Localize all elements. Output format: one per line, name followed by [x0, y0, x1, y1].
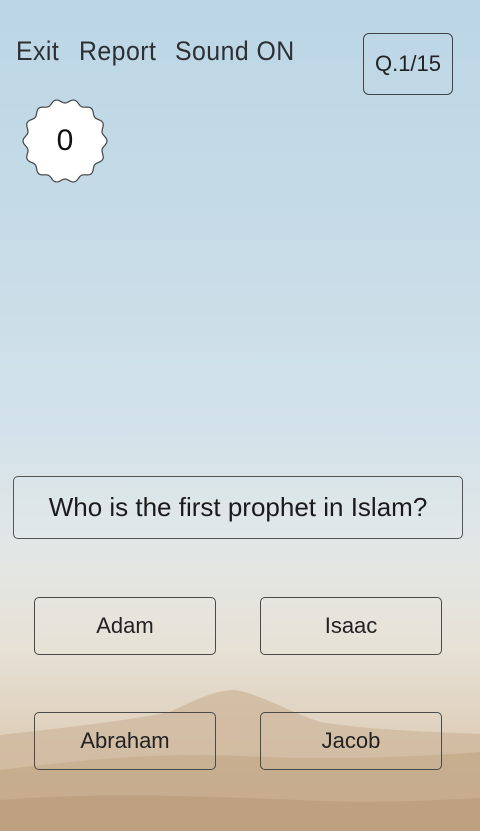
sound-toggle-button[interactable]: Sound ON: [175, 36, 295, 67]
answer-button-1[interactable]: Adam: [34, 597, 216, 655]
exit-button[interactable]: Exit: [16, 36, 59, 67]
question-text: Who is the first prophet in Islam?: [13, 476, 463, 539]
answer-button-2[interactable]: Isaac: [260, 597, 442, 655]
question-counter: Q.1/15: [363, 33, 453, 95]
answer-button-4[interactable]: Jacob: [260, 712, 442, 770]
score-value: 0: [56, 124, 74, 157]
answer-button-3[interactable]: Abraham: [34, 712, 216, 770]
report-button[interactable]: Report: [79, 36, 156, 67]
